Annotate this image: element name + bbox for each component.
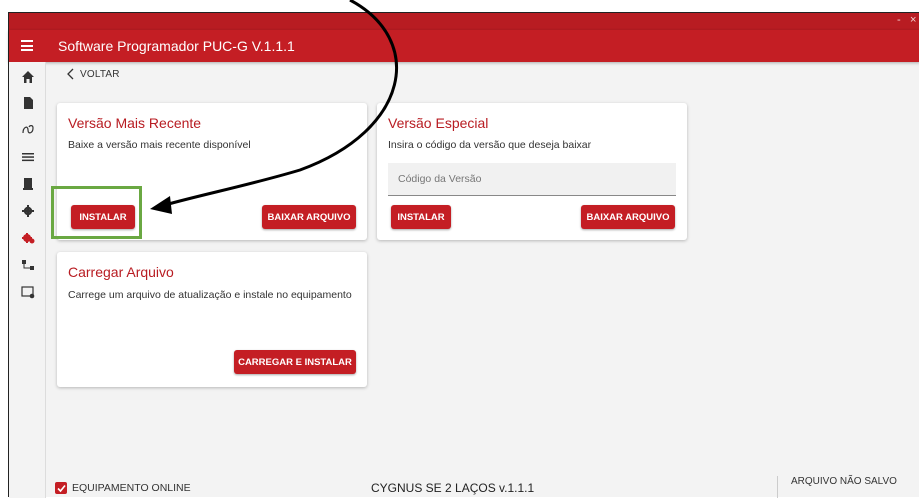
file-save-status: ARQUIVO NÃO SALVO <box>791 476 897 487</box>
list-icon <box>21 153 34 162</box>
hamburger-menu-icon[interactable] <box>21 40 33 51</box>
loop-icon <box>21 125 34 134</box>
file-icon <box>23 97 33 109</box>
document-icon <box>22 178 33 190</box>
sidebar-item-list[interactable] <box>9 144 46 170</box>
sidebar-item-loop[interactable] <box>9 117 46 143</box>
sidebar-item-file[interactable] <box>9 90 46 116</box>
recent-version-description: Baixe a versão mais recente disponível <box>68 139 251 151</box>
version-code-field[interactable] <box>388 163 676 196</box>
upload-file-title: Carregar Arquivo <box>68 264 174 280</box>
special-version-title: Versão Especial <box>388 115 489 131</box>
status-divider <box>777 476 778 498</box>
special-version-description: Insira o código da versão que deseja bai… <box>388 139 592 151</box>
network-nodes-icon <box>21 260 34 270</box>
sidebar-item-window-settings[interactable] <box>9 279 46 305</box>
status-bar: EQUIPAMENTO ONLINE CYGNUS SE 2 LAÇOS v.1… <box>9 476 919 498</box>
online-status-label: EQUIPAMENTO ONLINE <box>72 482 191 494</box>
upload-file-description: Carrege um arquivo de atualização e inst… <box>68 289 352 301</box>
device-info: CYGNUS SE 2 LAÇOS v.1.1.1 <box>371 481 535 495</box>
sidebar-item-network[interactable] <box>9 252 46 278</box>
app-window: - × Software Programador PUC-G V.1.1.1 V… <box>8 12 919 498</box>
sidebar-item-document[interactable] <box>9 171 46 197</box>
install-special-button[interactable]: INSTALAR <box>391 205 451 229</box>
online-status: EQUIPAMENTO ONLINE <box>55 482 191 494</box>
minimize-button[interactable]: - <box>897 13 901 27</box>
chevron-left-icon <box>67 68 74 80</box>
upload-file-card: Carregar Arquivo Carrege um arquivo de a… <box>57 252 367 387</box>
window-titlebar: - × <box>9 13 919 30</box>
recent-version-title: Versão Mais Recente <box>68 115 202 131</box>
online-checkbox[interactable] <box>55 482 67 494</box>
checkmark-icon <box>56 484 66 492</box>
load-and-install-button[interactable]: CARREGAR E INSTALAR <box>234 350 356 374</box>
sidebar-item-firmware-update[interactable] <box>9 225 46 251</box>
version-code-input[interactable] <box>388 163 676 195</box>
sidebar-item-home[interactable] <box>9 64 46 90</box>
download-recent-button[interactable]: BAIXAR ARQUIVO <box>262 205 356 229</box>
app-title: Software Programador PUC-G V.1.1.1 <box>58 38 295 54</box>
special-version-card: Versão Especial Insira o código da versã… <box>377 103 687 240</box>
install-highlight-box <box>51 186 142 239</box>
settings-gear-icon <box>21 205 34 217</box>
download-special-button[interactable]: BAIXAR ARQUIVO <box>581 205 675 229</box>
sidebar-item-settings[interactable] <box>9 198 46 224</box>
home-icon <box>21 71 34 83</box>
app-bar: Software Programador PUC-G V.1.1.1 <box>9 30 919 62</box>
firmware-update-icon <box>21 233 34 244</box>
sidebar <box>9 62 46 498</box>
back-label: VOLTAR <box>80 68 120 80</box>
close-button[interactable]: × <box>910 13 916 27</box>
window-settings-icon <box>20 286 34 299</box>
back-button[interactable]: VOLTAR <box>66 68 120 80</box>
